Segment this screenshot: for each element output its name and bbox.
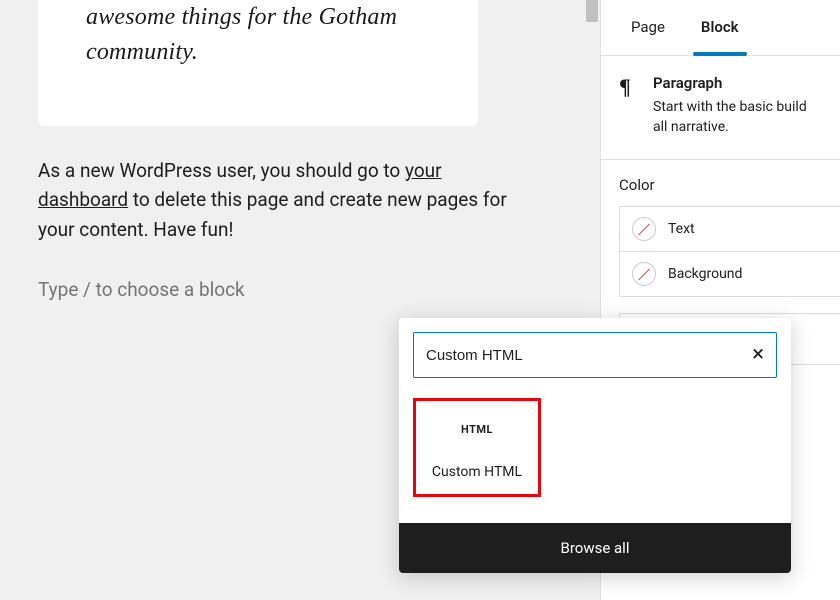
block-result-custom-html[interactable]: HTML Custom HTML	[413, 398, 541, 497]
clear-search-icon[interactable]: ×	[752, 344, 764, 366]
color-text-row[interactable]: Text	[620, 207, 840, 252]
block-result-label: Custom HTML	[430, 464, 524, 480]
block-info: ¶ Paragraph Start with the basic build a…	[601, 56, 840, 160]
color-background-label: Background	[668, 266, 742, 282]
search-results: HTML Custom HTML	[399, 392, 791, 523]
paragraph-text-pre: As a new WordPress user, you should go t…	[38, 159, 405, 182]
empty-block-placeholder[interactable]: Type / to choose a block	[38, 278, 245, 301]
scrollbar-thumb[interactable]	[586, 0, 598, 22]
color-settings: Text Background	[619, 206, 840, 297]
color-section-title: Color	[601, 160, 840, 206]
none-swatch-icon	[632, 217, 656, 241]
quote-text[interactable]: awesome things for the Gotham community.	[86, 0, 450, 70]
paragraph-icon: ¶	[619, 74, 647, 98]
paragraph-block[interactable]: As a new WordPress user, you should go t…	[38, 156, 508, 244]
tab-block[interactable]: Block	[683, 0, 757, 55]
search-box: ×	[413, 332, 777, 378]
block-type-description: Start with the basic build all narrative…	[653, 98, 824, 137]
block-inserter-popover: × HTML Custom HTML Browse all	[399, 318, 791, 573]
browse-all-button[interactable]: Browse all	[399, 523, 791, 573]
none-swatch-icon	[632, 262, 656, 286]
quote-block-card: awesome things for the Gotham community.	[38, 0, 478, 126]
color-background-row[interactable]: Background	[620, 252, 840, 296]
sidebar-tabs: Page Block	[601, 0, 840, 56]
color-text-label: Text	[668, 221, 695, 237]
tab-page[interactable]: Page	[613, 0, 683, 55]
block-type-title: Paragraph	[653, 74, 824, 92]
block-search-input[interactable]	[426, 347, 752, 364]
html-block-icon: HTML	[430, 423, 524, 436]
